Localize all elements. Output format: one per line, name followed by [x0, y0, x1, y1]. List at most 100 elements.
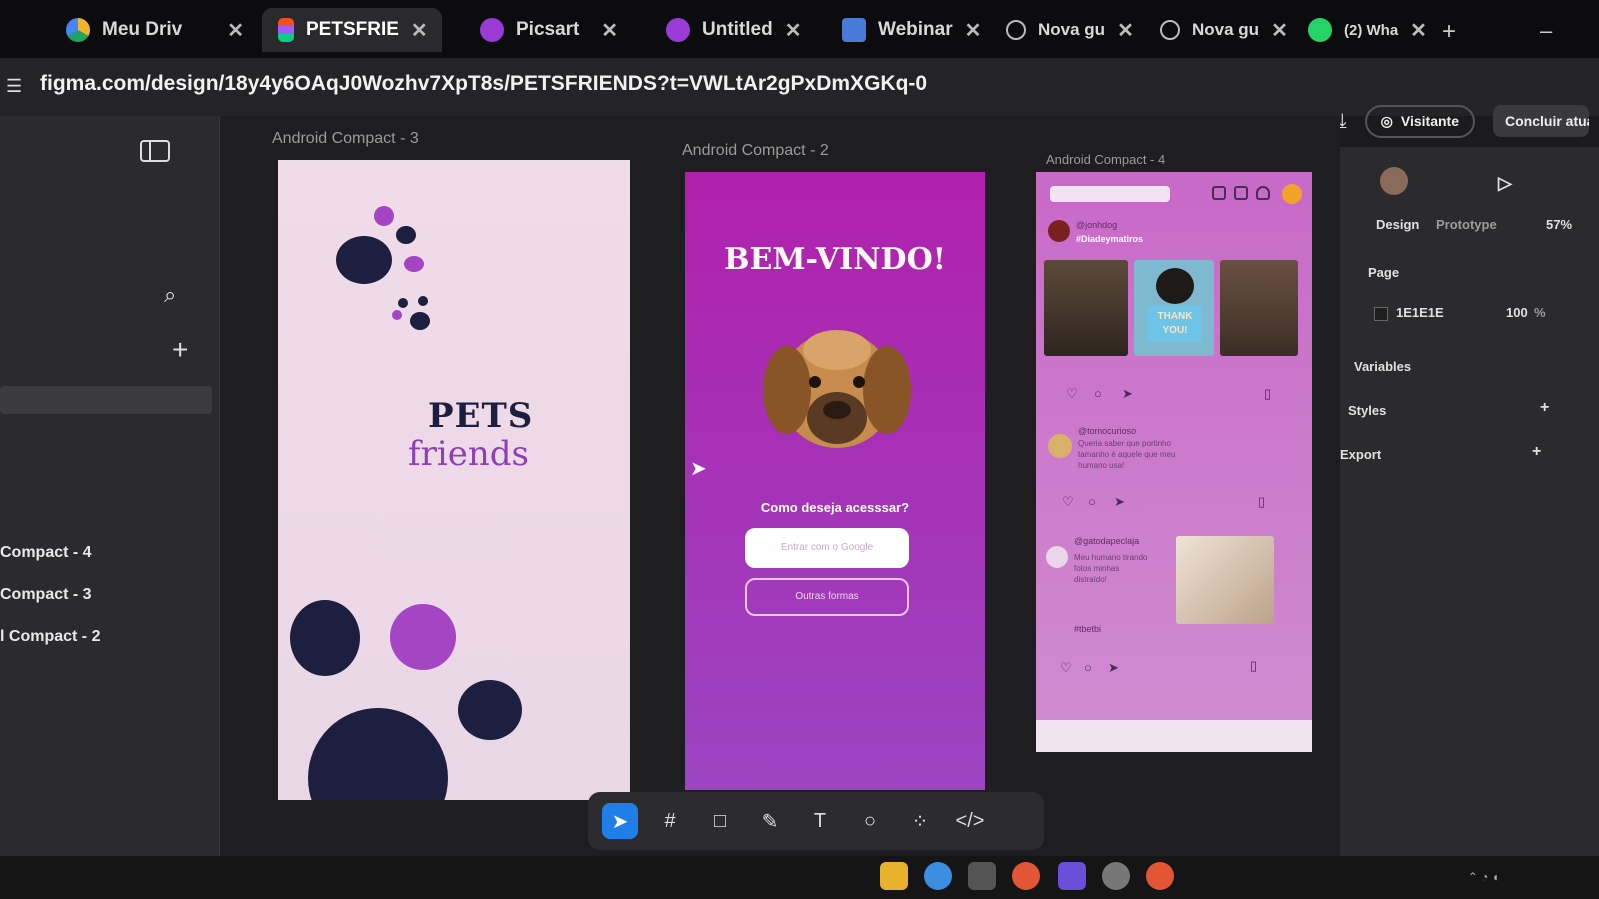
close-icon[interactable]: ✕ — [785, 18, 802, 43]
tab-whatsapp[interactable]: (2) Wha ✕ — [1292, 8, 1432, 52]
url-text[interactable]: figma.com/design/18y4y6OAqJ0Wozhv7XpT8s/… — [40, 72, 927, 96]
message-icon[interactable] — [1212, 186, 1226, 200]
add-style-icon[interactable]: + — [1540, 399, 1549, 417]
rectangle-tool-icon[interactable]: □ — [702, 803, 738, 839]
picsart-icon — [666, 18, 690, 42]
bookmark-icon[interactable]: ▯ — [1264, 386, 1271, 402]
globe-icon — [1006, 20, 1026, 40]
layer-compact-2[interactable]: l Compact - 2 — [0, 628, 100, 646]
mouse-cursor-icon: ➤ — [690, 458, 707, 480]
add-page-icon[interactable]: + — [172, 334, 188, 366]
close-icon[interactable]: ✕ — [1117, 18, 1134, 43]
avatar[interactable] — [1282, 184, 1302, 204]
tab-label: Nova gu — [1038, 20, 1106, 39]
close-icon[interactable]: ✕ — [965, 18, 982, 43]
file-explorer-icon[interactable] — [880, 862, 908, 890]
post-text: Queria saber que portinho tamanho é aque… — [1078, 439, 1176, 470]
add-post-icon[interactable] — [1234, 186, 1248, 200]
google-login-button[interactable]: Entrar com o Google — [745, 528, 909, 568]
layer-compact-4[interactable]: Compact - 4 — [0, 544, 92, 562]
bookmark-icon[interactable]: ▯ — [1258, 494, 1265, 510]
tab-webinar[interactable]: Webinar ✕ — [826, 8, 982, 52]
sidebar-toggle-icon[interactable] — [140, 140, 170, 162]
paw-pad-dot — [410, 312, 430, 330]
tab-design[interactable]: Design — [1376, 217, 1419, 232]
like-icon[interactable]: ♡ — [1062, 494, 1074, 510]
paw-pad-dot — [308, 708, 448, 800]
pen-tool-icon[interactable]: ✎ — [752, 803, 788, 839]
tab-picsart[interactable]: Picsart ✕ — [464, 8, 634, 52]
chrome-icon[interactable] — [1012, 862, 1040, 890]
figma-header-actions: ⚌ ⤓ ◎ Visitante Concluir atualiz — [1302, 95, 1599, 147]
chrome-icon[interactable] — [1146, 862, 1174, 890]
frame-label-compact-2[interactable]: Android Compact - 2 — [682, 142, 829, 160]
design-canvas[interactable]: Android Compact - 3 Android Compact - 2 … — [220, 116, 1340, 899]
app-icon[interactable] — [1058, 862, 1086, 890]
share-icon[interactable]: ➤ — [1108, 660, 1119, 676]
close-icon[interactable]: ✕ — [411, 18, 428, 43]
browser-icon[interactable] — [924, 862, 952, 890]
figma-toolbar: ➤ # □ ✎ T ○ ⁘ </> — [588, 792, 1044, 850]
tab-untitled[interactable]: Untitled ✕ — [650, 8, 816, 52]
tab-label: Meu Driv — [102, 19, 183, 40]
minimize-button[interactable]: – — [1540, 18, 1552, 44]
page-list-item[interactable] — [0, 386, 212, 414]
close-icon[interactable]: ✕ — [227, 18, 244, 43]
comment-icon[interactable]: ○ — [1088, 494, 1096, 509]
post-photo-cat — [1220, 260, 1298, 356]
paw-pad-dot — [336, 236, 392, 284]
variables-label[interactable]: Variables — [1354, 359, 1411, 374]
frame-label-compact-3[interactable]: Android Compact - 3 — [272, 130, 419, 148]
store-icon[interactable] — [968, 862, 996, 890]
zoom-level[interactable]: 57% — [1546, 217, 1572, 232]
avatar[interactable] — [1380, 167, 1408, 195]
bell-icon[interactable] — [1256, 186, 1270, 200]
dev-mode-icon[interactable]: </> — [952, 803, 988, 839]
finish-update-button[interactable]: Concluir atualiz — [1493, 105, 1589, 137]
actions-tool-icon[interactable]: ⁘ — [902, 803, 938, 839]
share-icon[interactable]: ➤ — [1114, 494, 1125, 510]
tab-meu-drive[interactable]: Meu Driv ✕ — [50, 8, 260, 52]
layers-panel: ⌕ + Compact - 4 Compact - 3 l Compact - … — [0, 116, 220, 899]
tab-prototype[interactable]: Prototype — [1436, 217, 1497, 232]
close-icon[interactable]: ✕ — [1271, 18, 1288, 43]
site-info-icon[interactable]: ☰ — [6, 76, 24, 96]
google-drive-icon — [66, 18, 90, 42]
frame-android-compact-2[interactable]: BEM-VINDO! Como deseja acesssar? Entrar … — [685, 172, 985, 790]
like-icon[interactable]: ♡ — [1066, 386, 1078, 402]
visitor-button[interactable]: ◎ Visitante — [1364, 104, 1475, 138]
add-export-icon[interactable]: + — [1532, 443, 1541, 461]
paw-toe-dot — [418, 296, 428, 306]
frame-tool-icon[interactable]: # — [652, 803, 688, 839]
frame-label-compact-4[interactable]: Android Compact - 4 — [1046, 152, 1165, 167]
page-opacity-value[interactable]: 100 — [1506, 305, 1528, 320]
search-icon[interactable]: ⌕ — [164, 282, 176, 308]
globe-icon — [1160, 20, 1180, 40]
comment-icon[interactable]: ○ — [1084, 660, 1092, 675]
export-label[interactable]: Export — [1340, 447, 1381, 462]
layer-compact-3[interactable]: Compact - 3 — [0, 586, 92, 604]
move-tool-icon[interactable]: ➤ — [602, 803, 638, 839]
feed-search-input[interactable] — [1050, 186, 1170, 202]
frame-android-compact-4[interactable]: @jonhdog #Diadeymatiros THANK YOU! ♡ ○ ➤… — [1036, 172, 1312, 752]
page-color-swatch[interactable] — [1374, 307, 1388, 321]
share-icon[interactable]: ➤ — [1122, 386, 1133, 402]
new-tab-button[interactable]: + — [1442, 18, 1456, 46]
system-tray-icons[interactable]: ⌃ ◔ ◖ — [1468, 870, 1499, 884]
close-icon[interactable]: ✕ — [601, 18, 618, 43]
page-color-value[interactable]: 1E1E1E — [1396, 305, 1444, 320]
like-icon[interactable]: ♡ — [1060, 660, 1072, 676]
frame-android-compact-3[interactable]: PETS friends — [278, 160, 630, 800]
present-icon[interactable]: ▷ — [1498, 173, 1512, 194]
bookmark-icon[interactable]: ▯ — [1250, 658, 1257, 674]
comment-icon[interactable]: ○ — [1094, 386, 1102, 401]
styles-label[interactable]: Styles — [1348, 403, 1386, 418]
close-icon[interactable]: ✕ — [1410, 18, 1427, 43]
tab-nova-guia-2[interactable]: Nova gu ✕ — [1144, 8, 1288, 52]
tab-nova-guia-1[interactable]: Nova gu ✕ — [990, 8, 1136, 52]
comment-tool-icon[interactable]: ○ — [852, 803, 888, 839]
settings-icon[interactable] — [1102, 862, 1130, 890]
other-login-button[interactable]: Outras formas — [745, 578, 909, 616]
tab-petsfriends[interactable]: PETSFRIE ✕ — [262, 8, 442, 52]
text-tool-icon[interactable]: T — [802, 803, 838, 839]
